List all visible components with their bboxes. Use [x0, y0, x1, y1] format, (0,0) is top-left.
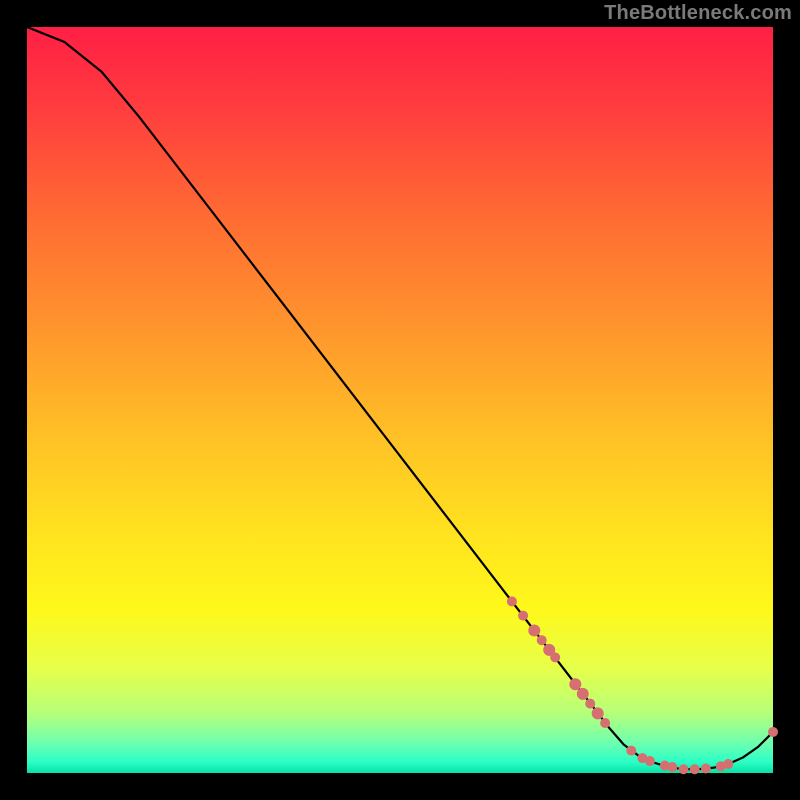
- watermark-text: TheBottleneck.com: [604, 2, 792, 25]
- marker-point: [626, 746, 636, 756]
- marker-point: [645, 756, 655, 766]
- marker-point: [678, 764, 688, 774]
- marker-point: [701, 764, 711, 774]
- marker-point: [507, 596, 517, 606]
- marker-point: [768, 727, 778, 737]
- chart-stage: TheBottleneck.com: [0, 0, 800, 800]
- marker-point: [585, 699, 595, 709]
- marker-point: [667, 762, 677, 772]
- gradient-background: [27, 27, 773, 773]
- bottleneck-chart: [0, 0, 800, 800]
- marker-point: [690, 764, 700, 774]
- marker-point: [723, 759, 733, 769]
- marker-point: [569, 678, 581, 690]
- marker-point: [600, 718, 610, 728]
- marker-point: [518, 611, 528, 621]
- marker-point: [550, 652, 560, 662]
- marker-point: [528, 625, 540, 637]
- marker-point: [577, 688, 589, 700]
- marker-point: [537, 635, 547, 645]
- marker-point: [592, 707, 604, 719]
